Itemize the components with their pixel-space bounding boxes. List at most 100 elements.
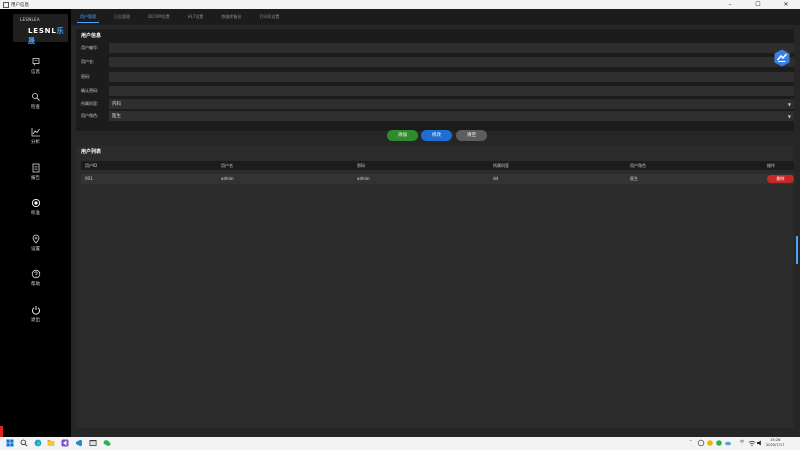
user-list-panel: 用户列表 用户ID 用户名 密码 所属科室 用户角色 操作 001 admin … (76, 146, 794, 428)
user-id-row: 用户编号: (81, 43, 794, 53)
tab-hl7-settings[interactable]: HL7设置 (179, 9, 213, 25)
sidebar: LESNLEA LESNL乐晟 信息 检查 分析 报告 校准 设置 帮助 退出 (0, 9, 71, 438)
sidebar-item-settings[interactable]: 设置 (0, 234, 71, 264)
tray-app-icon[interactable] (697, 439, 705, 447)
chevron-down-icon: ▼ (787, 113, 791, 119)
role-select[interactable]: 医生 ▼ (109, 111, 794, 121)
cell-role: 医生 (630, 176, 638, 181)
wifi-icon[interactable] (748, 439, 756, 447)
tab-bar: 用户管理 日志管理 DICOM设置 HL7设置 数据库备份 打印机设置 (71, 9, 800, 25)
column-header: 用户名 (221, 163, 233, 168)
app-window-icon[interactable] (89, 439, 97, 447)
edit-button[interactable]: 修改 (421, 130, 452, 141)
input-language-indicator[interactable]: 中 (740, 439, 744, 445)
clock-date: 2025/7/17 (766, 443, 785, 447)
floating-assistant-icon[interactable] (773, 49, 791, 67)
search-icon[interactable] (20, 439, 28, 447)
column-header: 密码 (357, 163, 365, 168)
analysis-icon (31, 128, 40, 137)
close-button[interactable]: ✕ (772, 0, 800, 9)
logo-text: LESNL乐晟 (28, 26, 71, 46)
cell-password: admin (357, 176, 370, 181)
column-header: 用户角色 (630, 163, 646, 168)
role-row: 用户角色: 医生 ▼ (81, 111, 794, 121)
user-list-title: 用户列表 (81, 149, 102, 155)
confirm-password-input[interactable] (109, 86, 794, 96)
window-title-bar: 用户信息 – ☐ ✕ (0, 0, 800, 9)
tab-dicom-settings[interactable]: DICOM设置 (139, 9, 179, 25)
vscode-icon[interactable] (75, 439, 83, 447)
volume-icon[interactable] (756, 439, 764, 447)
sidebar-item-calibrate[interactable]: 校准 (0, 198, 71, 228)
location-icon (32, 234, 39, 244)
role-value: 医生 (112, 114, 121, 119)
sidebar-item-label: 报告 (31, 176, 40, 181)
window-controls: – ☐ ✕ (716, 0, 800, 9)
logo-tagline: LESNLEA (20, 17, 40, 22)
scrollbar[interactable] (796, 236, 798, 264)
sidebar-item-info[interactable]: 信息 (0, 57, 71, 87)
confirm-password-label: 确认密码: (81, 88, 99, 93)
tray-wechat-icon[interactable] (715, 439, 723, 447)
tray-cloud-icon[interactable] (724, 439, 732, 447)
logo-brand: LESNL (28, 27, 57, 35)
taskbar: ⌃ 中 15:26 2025/7/17 (0, 437, 800, 450)
wechat-icon[interactable] (103, 439, 111, 447)
cell-department: dd (493, 176, 499, 181)
visual-studio-icon[interactable] (61, 439, 69, 447)
user-info-panel: 用户信息 用户编号: 用户名: 密码: 确认密码: 所属科室: 内科 ▼ 用户角… (76, 29, 794, 131)
sidebar-item-label: 退出 (31, 318, 40, 323)
column-header: 用户ID (85, 163, 98, 168)
tab-printer-settings[interactable]: 打印机设置 (250, 9, 288, 25)
role-label: 用户角色: (81, 113, 99, 118)
cell-user-id: 001 (85, 176, 93, 181)
tab-log-management[interactable]: 日志管理 (105, 9, 139, 25)
user-id-label: 用户编号: (81, 45, 99, 50)
help-icon (31, 269, 40, 279)
username-input[interactable] (109, 57, 794, 67)
confirm-password-row: 确认密码: (81, 86, 794, 96)
table-row[interactable]: 001 admin admin dd 医生 删除 (81, 174, 794, 184)
delete-button[interactable]: 删除 (767, 175, 794, 183)
report-icon (32, 163, 39, 173)
department-row: 所属科室: 内科 ▼ (81, 99, 794, 109)
windows-start-icon[interactable] (6, 439, 14, 447)
maximize-button[interactable]: ☐ (744, 0, 772, 9)
user-info-title: 用户信息 (81, 33, 102, 39)
chevron-up-icon[interactable]: ⌃ (689, 439, 692, 444)
add-button[interactable]: 添加 (387, 130, 418, 141)
sidebar-item-help[interactable]: 帮助 (0, 269, 71, 299)
column-header: 所属科室 (493, 163, 509, 168)
password-label: 密码: (81, 74, 91, 79)
department-select[interactable]: 内科 ▼ (109, 99, 794, 109)
calibrate-icon (31, 198, 40, 208)
window-title: 用户信息 (11, 2, 29, 8)
sidebar-item-exit[interactable]: 退出 (0, 305, 71, 335)
sidebar-item-label: 帮助 (31, 282, 40, 287)
password-input[interactable] (109, 72, 794, 82)
column-header: 操作 (767, 163, 775, 168)
sidebar-item-label: 分析 (31, 140, 40, 145)
department-label: 所属科室: (81, 101, 99, 106)
cell-username: admin (221, 176, 234, 181)
tab-database-backup[interactable]: 数据库备份 (212, 9, 250, 25)
sidebar-item-label: 检查 (31, 105, 40, 110)
sidebar-item-check[interactable]: 检查 (0, 92, 71, 122)
app-icon (3, 1, 9, 8)
minimize-button[interactable]: – (716, 0, 744, 9)
sidebar-item-report[interactable]: 报告 (0, 163, 71, 193)
sidebar-item-label: 设置 (31, 247, 40, 252)
user-id-input[interactable] (109, 43, 794, 53)
tab-user-management[interactable]: 用户管理 (71, 9, 105, 25)
check-icon (31, 93, 40, 101)
tray-status-icon[interactable] (706, 439, 714, 447)
username-row: 用户名: (81, 57, 794, 67)
sidebar-item-analysis[interactable]: 分析 (0, 127, 71, 157)
power-icon (31, 306, 40, 315)
system-clock[interactable]: 15:26 2025/7/17 (766, 438, 784, 448)
chevron-down-icon: ▼ (787, 101, 791, 107)
clear-button[interactable]: 清空 (456, 130, 487, 141)
info-icon (32, 58, 39, 66)
edge-browser-icon[interactable] (34, 439, 42, 447)
file-explorer-icon[interactable] (47, 439, 55, 447)
